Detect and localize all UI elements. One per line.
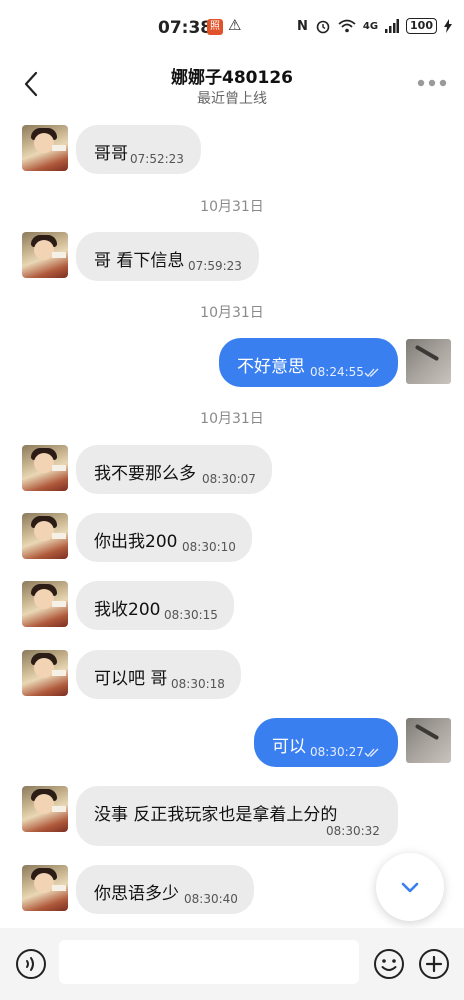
- message-text: 没事 反正我玩家也是拿着上分的: [94, 805, 338, 825]
- input-bar: [0, 928, 464, 1000]
- message-bubble-outgoing[interactable]: 可以 08:30:27: [254, 718, 398, 767]
- contact-avatar[interactable]: [22, 650, 68, 696]
- notification-badge-icon: 照: [207, 19, 223, 35]
- double-check-icon: [364, 748, 379, 757]
- message-bubble-outgoing[interactable]: 不好意思 08:24:55: [219, 338, 398, 387]
- network-type: 4G: [362, 20, 379, 32]
- message-time: 08:30:15: [164, 608, 218, 622]
- message-text: 你出我200: [94, 532, 178, 552]
- message-bubble-incoming[interactable]: 我不要那么多 08:30:07: [76, 445, 272, 494]
- message-text: 你思语多少: [94, 884, 179, 904]
- message-text: 我不要那么多: [94, 464, 196, 484]
- nfc-icon: N: [296, 18, 308, 34]
- double-check-icon: [364, 368, 379, 377]
- status-icons: N 4G 100: [297, 18, 452, 34]
- contact-avatar[interactable]: [22, 513, 68, 559]
- message-text: 哥 看下信息: [94, 251, 185, 271]
- message-time: 08:30:40: [184, 892, 238, 906]
- message-list[interactable]: 哥哥 07:52:23 10月31日 哥 看下信息 07:59:23 10月31…: [0, 112, 464, 928]
- contact-avatar[interactable]: [22, 125, 68, 171]
- more-dots-icon[interactable]: [416, 76, 448, 90]
- message-time: 07:59:23: [188, 259, 242, 273]
- alarm-icon: [316, 20, 330, 34]
- message-text: 可以吧 哥: [94, 669, 168, 689]
- message-text: 哥哥: [94, 144, 128, 164]
- status-time: 07:38: [158, 18, 213, 38]
- message-text: 不好意思: [237, 357, 305, 377]
- message-bubble-incoming[interactable]: 可以吧 哥 08:30:18: [76, 650, 241, 699]
- contact-avatar[interactable]: [22, 865, 68, 911]
- message-time: 08:30:18: [171, 677, 225, 691]
- message-bubble-incoming[interactable]: 我收200 08:30:15: [76, 581, 234, 630]
- chat-title: 娜娜子480126: [171, 68, 293, 88]
- signal-icon: [385, 19, 400, 33]
- wifi-icon: [338, 19, 356, 33]
- message-text: 我收200: [94, 600, 161, 620]
- status-bar: 07:38 照 ⚠ N 4G 100: [0, 0, 464, 56]
- message-bubble-incoming[interactable]: 哥 看下信息 07:59:23: [76, 232, 259, 281]
- scroll-to-bottom-button[interactable]: [376, 853, 444, 921]
- message-bubble-incoming[interactable]: 你思语多少 08:30:40: [76, 865, 254, 914]
- date-separator: 10月31日: [200, 199, 264, 215]
- message-time: 07:52:23: [130, 152, 184, 166]
- contact-avatar[interactable]: [22, 445, 68, 491]
- chat-subtitle: 最近曾上线: [197, 91, 267, 107]
- message-time: 08:30:07: [202, 472, 256, 486]
- voice-icon[interactable]: [14, 947, 48, 981]
- message-bubble-incoming[interactable]: 你出我200 08:30:10: [76, 513, 252, 562]
- warning-icon: ⚠: [228, 16, 242, 34]
- battery-icon: 100: [406, 18, 437, 34]
- message-input[interactable]: [59, 940, 359, 984]
- contact-avatar[interactable]: [22, 581, 68, 627]
- chat-header: 娜娜子480126 最近曾上线: [0, 56, 464, 112]
- chevron-down-icon: [401, 882, 419, 893]
- plus-icon[interactable]: [417, 947, 451, 981]
- contact-avatar[interactable]: [22, 786, 68, 832]
- contact-avatar[interactable]: [22, 232, 68, 278]
- charging-icon: [444, 19, 452, 33]
- message-time: 08:30:10: [182, 540, 236, 554]
- emoji-icon[interactable]: [372, 947, 406, 981]
- message-time: 08:24:55: [310, 365, 364, 379]
- message-bubble-incoming[interactable]: 哥哥 07:52:23: [76, 125, 201, 174]
- message-time: 08:30:32: [326, 824, 380, 838]
- date-separator: 10月31日: [200, 411, 264, 427]
- message-time: 08:30:27: [310, 745, 364, 759]
- message-bubble-incoming[interactable]: 没事 反正我玩家也是拿着上分的 08:30:32: [76, 786, 398, 846]
- my-avatar[interactable]: [406, 718, 451, 763]
- my-avatar[interactable]: [406, 339, 451, 384]
- date-separator: 10月31日: [200, 305, 264, 321]
- message-text: 可以: [272, 737, 306, 757]
